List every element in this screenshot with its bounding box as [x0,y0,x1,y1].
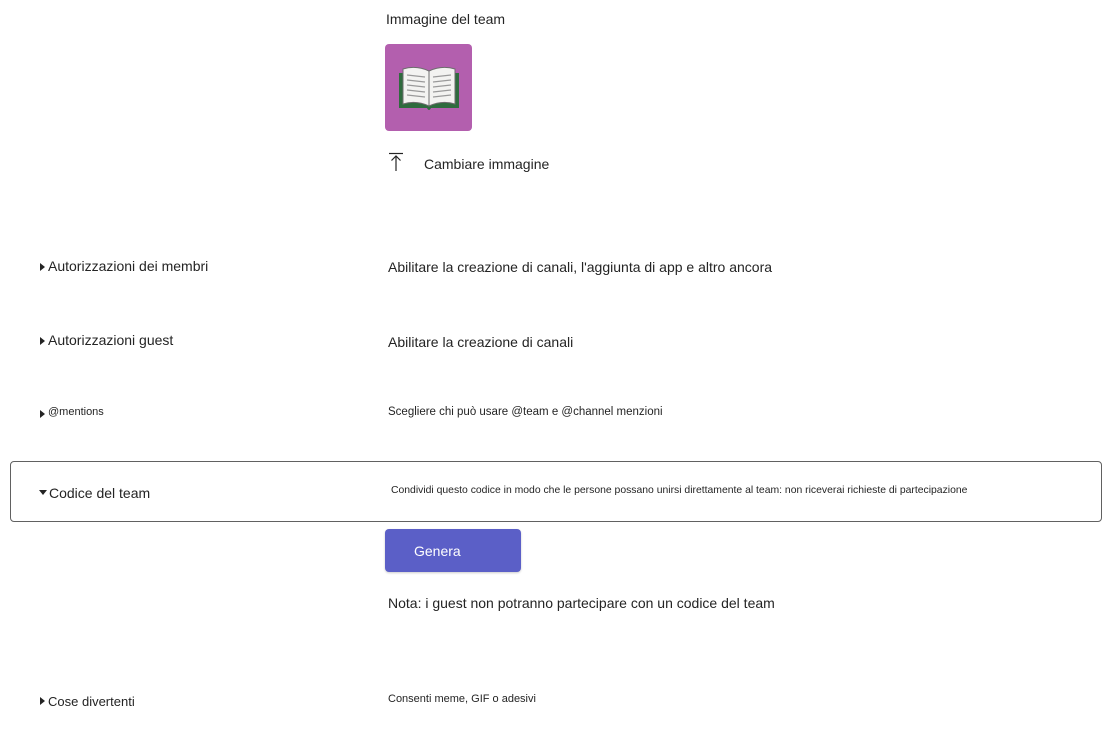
section-description: Abilitare la creazione di canali, l'aggi… [388,259,773,275]
chevron-right-icon [40,337,45,345]
section-mentions[interactable]: @mentions Scegliere chi può usare @team … [0,402,1104,442]
change-picture-button[interactable]: Cambiare immagine [388,152,549,172]
team-picture-label: Immagine del team [386,11,506,27]
section-title: Cose divertenti [48,694,135,709]
section-title: Codice del team [49,485,151,501]
section-member-permissions[interactable]: Autorizzazioni dei membri Abilitare la c… [0,250,1104,290]
change-picture-label: Cambiare immagine [424,156,550,172]
section-title: Autorizzazioni guest [48,332,174,348]
section-guest-permissions[interactable]: Autorizzazioni guest Abilitare la creazi… [0,329,1104,369]
generate-button[interactable]: Genera [385,529,521,572]
team-picture [385,44,472,131]
section-description: Condividi questo codice in modo che le p… [391,485,968,496]
section-team-code[interactable]: Codice del team Condividi questo codice … [10,461,1102,522]
open-book-icon [398,66,459,110]
upload-icon [389,152,403,171]
section-description: Scegliere chi può usare @team e @channel… [388,406,663,418]
section-description: Abilitare la creazione di canali [388,334,574,350]
chevron-right-icon [40,410,45,418]
chevron-right-icon [40,263,45,271]
section-description: Consenti meme, GIF o adesivi [388,693,536,705]
team-code-note: Nota: i guest non potranno partecipare c… [388,595,775,611]
section-fun-stuff[interactable]: Cose divertenti Consenti meme, GIF o ade… [0,689,1104,729]
chevron-right-icon [40,697,45,705]
section-title: @mentions [48,406,104,418]
section-title: Autorizzazioni dei membri [48,258,209,274]
chevron-down-icon [39,490,47,495]
